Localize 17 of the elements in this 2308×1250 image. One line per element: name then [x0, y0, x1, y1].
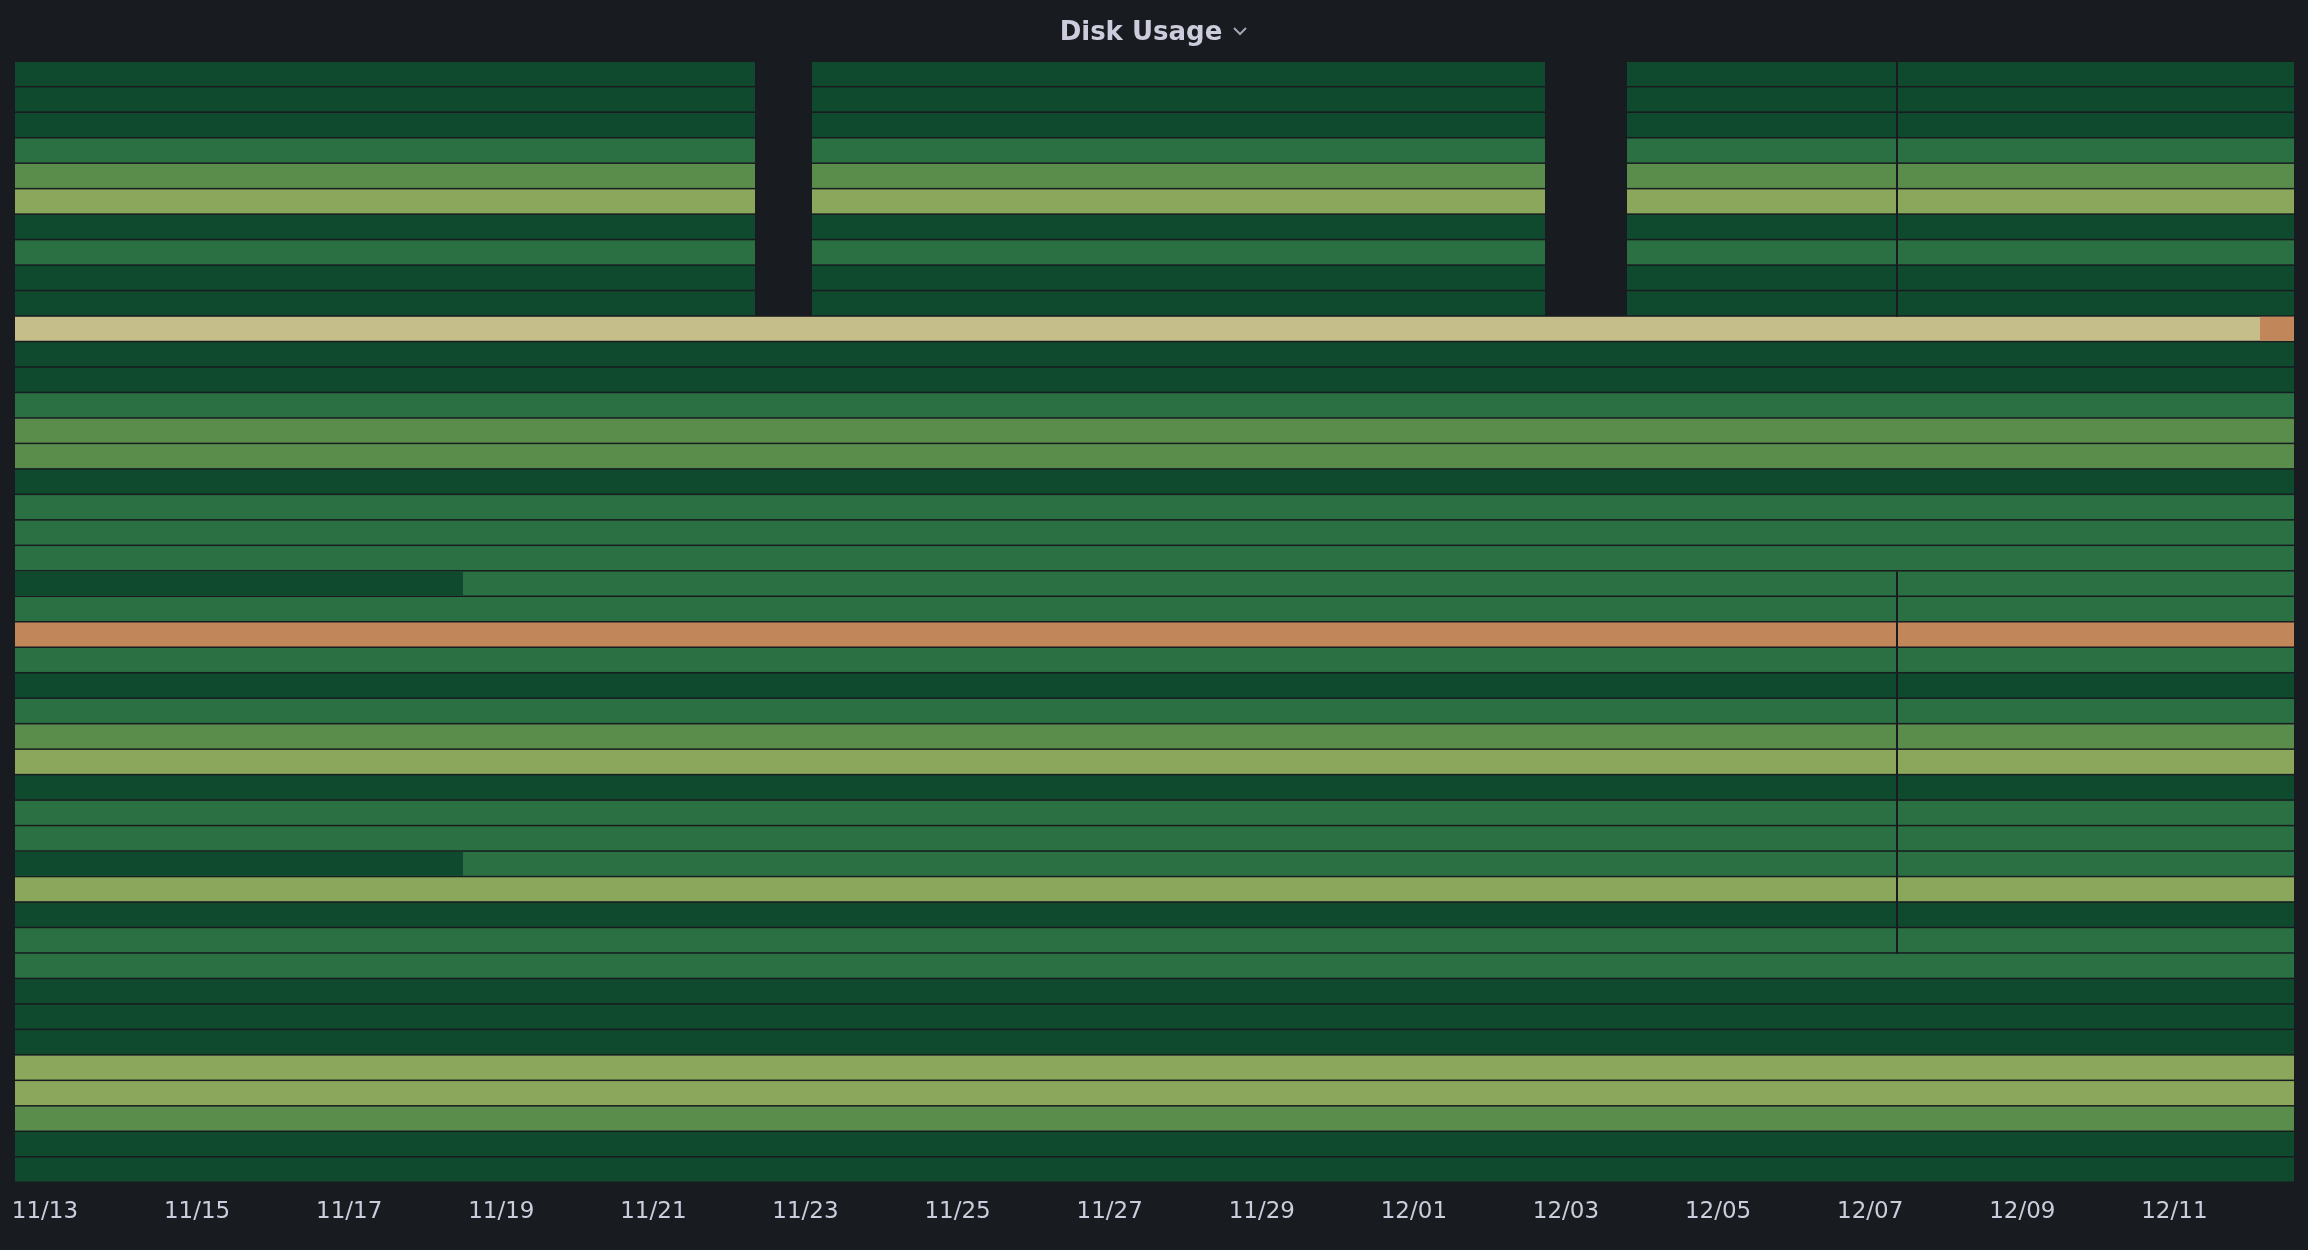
x-axis-label: 11/21	[619, 1197, 688, 1223]
chevron-down-icon[interactable]	[1232, 26, 1249, 36]
x-axis-label: 12/07	[1836, 1197, 1905, 1223]
x-axis-label: 11/15	[162, 1197, 232, 1223]
x-axis-label: 11/13	[10, 1197, 80, 1223]
x-axis-label: 11/19	[467, 1197, 536, 1223]
x-axis-label: 11/29	[1227, 1197, 1296, 1223]
x-axis-label: 11/17	[315, 1197, 384, 1223]
x-axis-label: 11/25	[923, 1197, 992, 1223]
x-axis-label: 12/03	[1531, 1197, 1601, 1223]
x-axis-label: 12/01	[1379, 1197, 1449, 1223]
x-axis-label: 12/05	[1683, 1197, 1753, 1223]
panel-title[interactable]: Disk Usage	[1059, 16, 1223, 46]
x-axis-label: 12/09	[1988, 1197, 2057, 1223]
x-axis-label: 11/27	[1075, 1197, 1144, 1223]
x-axis-label: 12/11	[2140, 1197, 2209, 1223]
x-axis-label: 11/23	[771, 1197, 840, 1223]
